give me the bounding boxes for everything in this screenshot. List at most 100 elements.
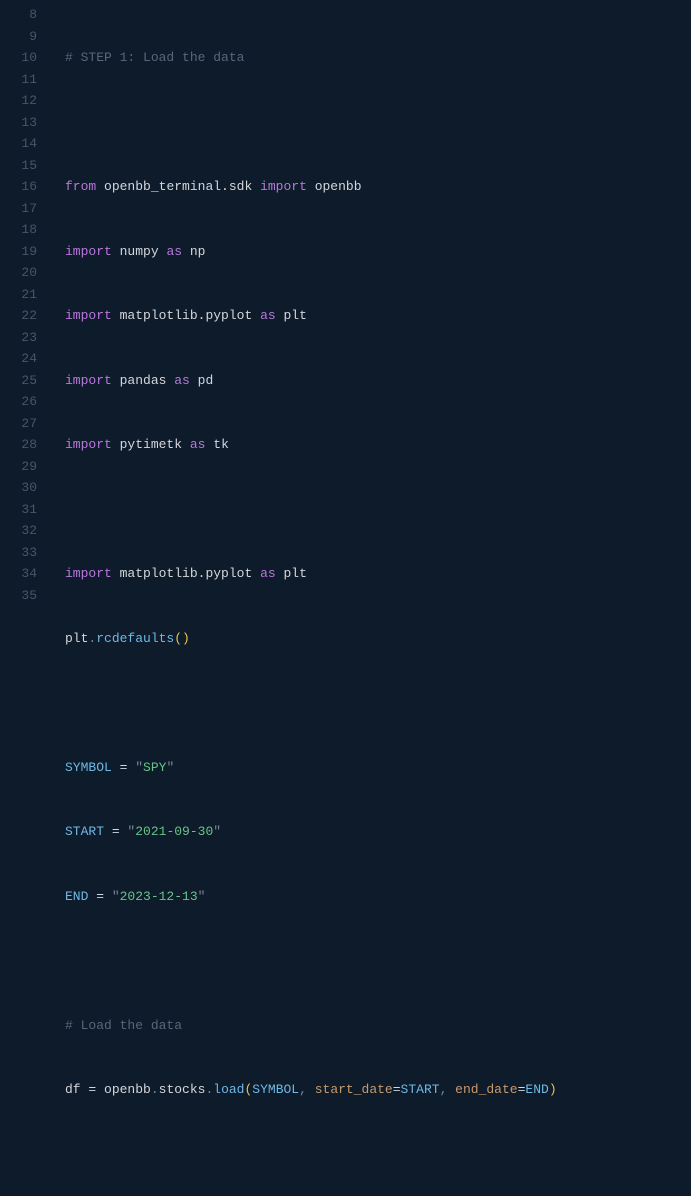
arg: START bbox=[401, 1082, 440, 1097]
code-line[interactable]: # STEP 1: Load the data bbox=[65, 47, 691, 69]
module-name: openbb_terminal.sdk bbox=[104, 179, 252, 194]
variable: df bbox=[65, 1082, 81, 1097]
equals: = bbox=[104, 824, 127, 839]
code-line[interactable] bbox=[65, 692, 691, 714]
comment: # Load the data bbox=[65, 1018, 182, 1033]
variable: SYMBOL bbox=[65, 760, 112, 775]
quote: " bbox=[198, 889, 206, 904]
keyword-import: import bbox=[65, 566, 112, 581]
line-number: 24 bbox=[0, 348, 37, 370]
code-line[interactable]: import numpy as np bbox=[65, 241, 691, 263]
line-number: 20 bbox=[0, 262, 37, 284]
code-line[interactable]: # Load the data bbox=[65, 1015, 691, 1037]
line-number: 16 bbox=[0, 176, 37, 198]
keyword-import: import bbox=[65, 437, 112, 452]
kwarg: start_date bbox=[315, 1082, 393, 1097]
keyword-import: import bbox=[260, 179, 307, 194]
module-name: numpy bbox=[120, 244, 159, 259]
line-number: 12 bbox=[0, 90, 37, 112]
comma: , bbox=[440, 1082, 456, 1097]
code-line[interactable]: df = openbb.stocks.load(SYMBOL, start_da… bbox=[65, 1079, 691, 1101]
keyword-import: import bbox=[65, 373, 112, 388]
string: 2021-09-30 bbox=[135, 824, 213, 839]
line-number: 35 bbox=[0, 585, 37, 607]
keyword-as: as bbox=[260, 308, 276, 323]
object: stocks bbox=[159, 1082, 206, 1097]
line-number: 9 bbox=[0, 26, 37, 48]
keyword-as: as bbox=[190, 437, 206, 452]
module-name: pandas bbox=[120, 373, 167, 388]
paren-close: ) bbox=[549, 1082, 557, 1097]
paren-open: ( bbox=[174, 631, 182, 646]
code-line[interactable]: import pandas as pd bbox=[65, 370, 691, 392]
line-number: 11 bbox=[0, 69, 37, 91]
code-line[interactable]: START = "2021-09-30" bbox=[65, 821, 691, 843]
keyword-as: as bbox=[260, 566, 276, 581]
module-name: pytimetk bbox=[120, 437, 182, 452]
code-line[interactable]: plt.rcdefaults() bbox=[65, 628, 691, 650]
variable: START bbox=[65, 824, 104, 839]
code-line[interactable] bbox=[65, 112, 691, 134]
equals: = bbox=[112, 760, 135, 775]
line-number-gutter: 8 9 10 11 12 13 14 15 16 17 18 19 20 21 … bbox=[0, 0, 55, 598]
line-number: 32 bbox=[0, 520, 37, 542]
object: plt bbox=[65, 631, 88, 646]
line-number: 15 bbox=[0, 155, 37, 177]
quote: " bbox=[127, 824, 135, 839]
code-line[interactable] bbox=[65, 1144, 691, 1166]
code-line[interactable] bbox=[65, 950, 691, 972]
line-number: 19 bbox=[0, 241, 37, 263]
comma: , bbox=[299, 1082, 315, 1097]
quote: " bbox=[112, 889, 120, 904]
equals: = bbox=[88, 889, 111, 904]
line-number: 30 bbox=[0, 477, 37, 499]
line-number: 34 bbox=[0, 563, 37, 585]
line-number: 29 bbox=[0, 456, 37, 478]
paren-close: ) bbox=[182, 631, 190, 646]
string: 2023-12-13 bbox=[120, 889, 198, 904]
quote: " bbox=[135, 760, 143, 775]
quote: " bbox=[166, 760, 174, 775]
keyword-from: from bbox=[65, 179, 96, 194]
line-number: 26 bbox=[0, 391, 37, 413]
code-line[interactable]: from openbb_terminal.sdk import openbb bbox=[65, 176, 691, 198]
code-line[interactable]: END = "2023-12-13" bbox=[65, 886, 691, 908]
dot: . bbox=[88, 631, 96, 646]
line-number: 21 bbox=[0, 284, 37, 306]
alias: tk bbox=[213, 437, 229, 452]
line-number: 23 bbox=[0, 327, 37, 349]
line-number: 27 bbox=[0, 413, 37, 435]
code-line[interactable]: import pytimetk as tk bbox=[65, 434, 691, 456]
alias: pd bbox=[198, 373, 214, 388]
function-call: rcdefaults bbox=[96, 631, 174, 646]
equals: = bbox=[518, 1082, 526, 1097]
code-editor: 8 9 10 11 12 13 14 15 16 17 18 19 20 21 … bbox=[0, 0, 691, 598]
object: openbb bbox=[104, 1082, 151, 1097]
code-line[interactable]: import matplotlib.pyplot as plt bbox=[65, 305, 691, 327]
variable: END bbox=[65, 889, 88, 904]
line-number: 17 bbox=[0, 198, 37, 220]
keyword-as: as bbox=[174, 373, 190, 388]
string: SPY bbox=[143, 760, 166, 775]
arg: END bbox=[525, 1082, 548, 1097]
code-line[interactable] bbox=[65, 499, 691, 521]
line-number: 22 bbox=[0, 305, 37, 327]
alias: np bbox=[190, 244, 206, 259]
code-line[interactable]: SYMBOL = "SPY" bbox=[65, 757, 691, 779]
line-number: 31 bbox=[0, 499, 37, 521]
line-number: 8 bbox=[0, 4, 37, 26]
alias: plt bbox=[283, 566, 306, 581]
keyword-import: import bbox=[65, 308, 112, 323]
function-call: load bbox=[213, 1082, 244, 1097]
keyword-as: as bbox=[166, 244, 182, 259]
kwarg: end_date bbox=[455, 1082, 517, 1097]
alias: plt bbox=[283, 308, 306, 323]
arg: SYMBOL bbox=[252, 1082, 299, 1097]
line-number: 10 bbox=[0, 47, 37, 69]
keyword-import: import bbox=[65, 244, 112, 259]
paren-open: ( bbox=[244, 1082, 252, 1097]
code-line[interactable]: import matplotlib.pyplot as plt bbox=[65, 563, 691, 585]
line-number: 28 bbox=[0, 434, 37, 456]
module-name: matplotlib.pyplot bbox=[120, 566, 253, 581]
code-area[interactable]: # STEP 1: Load the data from openbb_term… bbox=[55, 0, 691, 598]
